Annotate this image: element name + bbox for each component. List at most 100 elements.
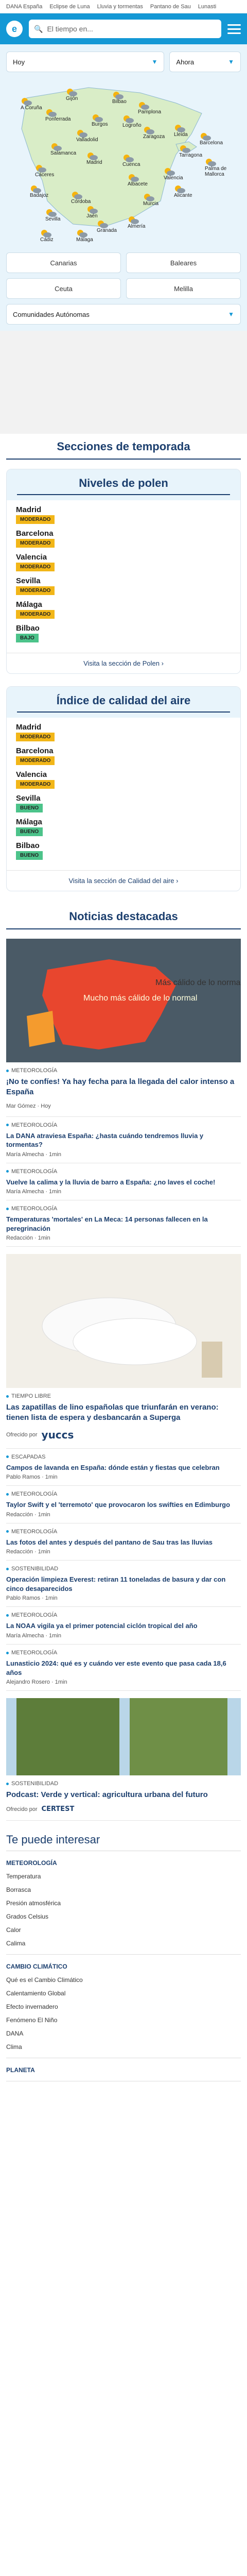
interest-link[interactable]: Calima: [6, 1940, 241, 1947]
search-placeholder: El tiempo en...: [47, 25, 93, 33]
city-label[interactable]: Cáceres: [35, 172, 54, 178]
city-label[interactable]: Palma de Mallorca: [205, 166, 241, 177]
city-label[interactable]: Zaragoza: [143, 134, 165, 140]
topnav-link[interactable]: Lunasti: [198, 4, 216, 10]
news-headline[interactable]: Vuelve la calima y la lluvia de barro a …: [6, 1178, 241, 1187]
city-name: Málaga: [16, 600, 42, 609]
interest-link[interactable]: DANA: [6, 2030, 241, 2037]
pollen-section-link[interactable]: Visita la sección de Polen ›: [7, 653, 240, 673]
city-label[interactable]: Pamplona: [138, 109, 161, 115]
communities-select[interactable]: Comunidades Autónomas ▼: [6, 304, 241, 325]
city-label[interactable]: Murcia: [143, 201, 158, 207]
interest-link[interactable]: Fenómeno El Niño: [6, 2016, 241, 2024]
topnav-link[interactable]: DANA España: [6, 4, 42, 10]
site-logo[interactable]: e: [6, 21, 23, 37]
promo-article[interactable]: TIEMPO LIBRE Las zapatillas de lino espa…: [6, 1388, 241, 1449]
news-headline[interactable]: Las fotos del antes y después del pantan…: [6, 1538, 241, 1547]
city-label[interactable]: Almería: [128, 224, 145, 229]
promo-image-2[interactable]: [6, 1698, 241, 1776]
interest-link[interactable]: Clima: [6, 2043, 241, 2050]
city-label[interactable]: Alicante: [174, 193, 192, 198]
city-label[interactable]: Jaén: [86, 213, 98, 219]
interest-link[interactable]: Grados Celsius: [6, 1913, 241, 1920]
search-input[interactable]: 🔍 El tiempo en...: [29, 20, 221, 38]
air-quality-section-link[interactable]: Visita la sección de Calidad del aire ›: [7, 870, 240, 891]
news-item[interactable]: METEOROLOGÍA Temperaturas 'mortales' en L…: [6, 1200, 241, 1247]
region-button[interactable]: Melilla: [126, 278, 241, 299]
interest-link[interactable]: Qué es el Cambio Climático: [6, 1976, 241, 1984]
city-label[interactable]: Albacete: [128, 181, 148, 187]
city-label[interactable]: Lleida: [174, 132, 188, 138]
region-button[interactable]: Ceuta: [6, 278, 121, 299]
news-headline[interactable]: Operación limpieza Everest: retiran 11 t…: [6, 1575, 241, 1593]
interest-link[interactable]: Presión atmosférica: [6, 1900, 241, 1907]
sponsor-logo: yuccs: [41, 1428, 74, 1441]
city-label[interactable]: Cuenca: [122, 162, 140, 167]
city-label[interactable]: Sevilla: [45, 216, 60, 222]
interest-link[interactable]: Calor: [6, 1926, 241, 1934]
city-label[interactable]: Madrid: [86, 160, 102, 165]
topnav-link[interactable]: Pantano de Sau: [150, 4, 191, 10]
city-label[interactable]: Tarragona: [179, 152, 202, 158]
news-item[interactable]: METEOROLOGÍA Taylor Swift y el 'terremoto…: [6, 1486, 241, 1523]
city-label[interactable]: Burgos: [92, 122, 108, 127]
city-label[interactable]: Granada: [97, 228, 117, 233]
news-headline[interactable]: Lunasticio 2024: qué es y cuándo ver est…: [6, 1659, 241, 1677]
byline: Redacción · 1min: [6, 1511, 50, 1518]
feature-image[interactable]: Mucho más cálido de lo normal Más cálido…: [6, 939, 241, 1062]
time: Hoy: [41, 1103, 51, 1109]
promo-image[interactable]: [6, 1254, 241, 1388]
interest-link[interactable]: Calentamiento Global: [6, 1990, 241, 1997]
city-label[interactable]: Badajoz: [30, 193, 48, 198]
promo-headline[interactable]: Podcast: Verde y vertical: agricultura u…: [6, 1790, 241, 1800]
topnav-link[interactable]: Lluvia y tormentas: [97, 4, 143, 10]
feature-headline[interactable]: ¡No te confíes! Ya hay fecha para la lle…: [6, 1077, 241, 1098]
byline: Pablo Ramos · 1min: [6, 1474, 58, 1481]
feature-article[interactable]: METEOROLOGÍA ¡No te confíes! Ya hay fech…: [6, 1062, 241, 1117]
interest-link[interactable]: Borrasca: [6, 1886, 241, 1893]
city-label[interactable]: Málaga: [76, 237, 93, 243]
menu-icon[interactable]: [227, 24, 241, 34]
city-label[interactable]: Córdoba: [71, 199, 91, 205]
news-list: ESCAPADAS Campos de lavanda en España: dó…: [0, 1449, 247, 1691]
city-label[interactable]: Salamanca: [50, 150, 76, 156]
news-headline[interactable]: Taylor Swift y el 'terremoto' que provoc…: [6, 1500, 241, 1510]
news-item[interactable]: ESCAPADAS Campos de lavanda en España: dó…: [6, 1449, 241, 1486]
city-label[interactable]: Cádiz: [40, 237, 54, 243]
city-name: Bilbao: [16, 841, 40, 850]
interest-link[interactable]: Temperatura: [6, 1873, 241, 1880]
promo-headline[interactable]: Las zapatillas de lino españolas que tri…: [6, 1402, 241, 1423]
news-item[interactable]: SOSTENIBILIDAD Operación limpieza Everest…: [6, 1561, 241, 1607]
divider: [6, 459, 241, 460]
date-select[interactable]: Hoy ▼: [6, 52, 165, 72]
byline: Pablo Ramos · 1min: [6, 1595, 58, 1602]
city-label[interactable]: Logroño: [122, 123, 142, 128]
spain-weather-map[interactable]: A Coruña Gijón Bilbao Pamplona Ponferrada Bur…: [6, 77, 241, 247]
level-item: Málaga MODERADO: [16, 600, 231, 619]
city-label[interactable]: A Coruña: [21, 105, 42, 111]
news-item[interactable]: METEOROLOGÍA Lunasticio 2024: qué es y cu…: [6, 1645, 241, 1691]
region-button[interactable]: Canarias: [6, 252, 121, 273]
news-item[interactable]: METEOROLOGÍA Las fotos del antes y despué…: [6, 1523, 241, 1561]
promo-article-2[interactable]: SOSTENIBILIDAD Podcast: Verde y vertical…: [6, 1775, 241, 1821]
city-label[interactable]: Ponferrada: [45, 116, 70, 122]
city-label[interactable]: Valladolid: [76, 137, 98, 143]
news-headline[interactable]: La DANA atraviesa España: ¿hasta cuándo …: [6, 1131, 241, 1149]
news-headline[interactable]: La NOAA vigila ya el primer potencial ci…: [6, 1621, 241, 1631]
topnav-link[interactable]: Eclipse de Luna: [49, 4, 90, 10]
city-label[interactable]: Barcelona: [200, 140, 223, 146]
sponsor-label: Ofrecido por: [6, 1806, 38, 1812]
interest-group-title: METEOROLOGÍA: [6, 1859, 57, 1867]
news-headline[interactable]: Campos de lavanda en España: dónde están…: [6, 1463, 241, 1472]
city-label[interactable]: Valencia: [164, 175, 183, 181]
news-headline[interactable]: Temperaturas 'mortales' en La Meca: 14 p…: [6, 1215, 241, 1233]
kicker: SOSTENIBILIDAD: [11, 1781, 59, 1787]
news-item[interactable]: METEOROLOGÍA La DANA atraviesa España: ¿h…: [6, 1117, 241, 1163]
news-item[interactable]: METEOROLOGÍA La NOAA vigila ya el primer …: [6, 1607, 241, 1645]
news-item[interactable]: METEOROLOGÍA Vuelve la calima y la lluvia…: [6, 1163, 241, 1201]
region-button[interactable]: Baleares: [126, 252, 241, 273]
time-select[interactable]: Ahora ▼: [169, 52, 241, 72]
interest-link[interactable]: Efecto invernadero: [6, 2003, 241, 2010]
city-label[interactable]: Bilbao: [112, 99, 127, 105]
city-label[interactable]: Gijón: [66, 96, 78, 101]
